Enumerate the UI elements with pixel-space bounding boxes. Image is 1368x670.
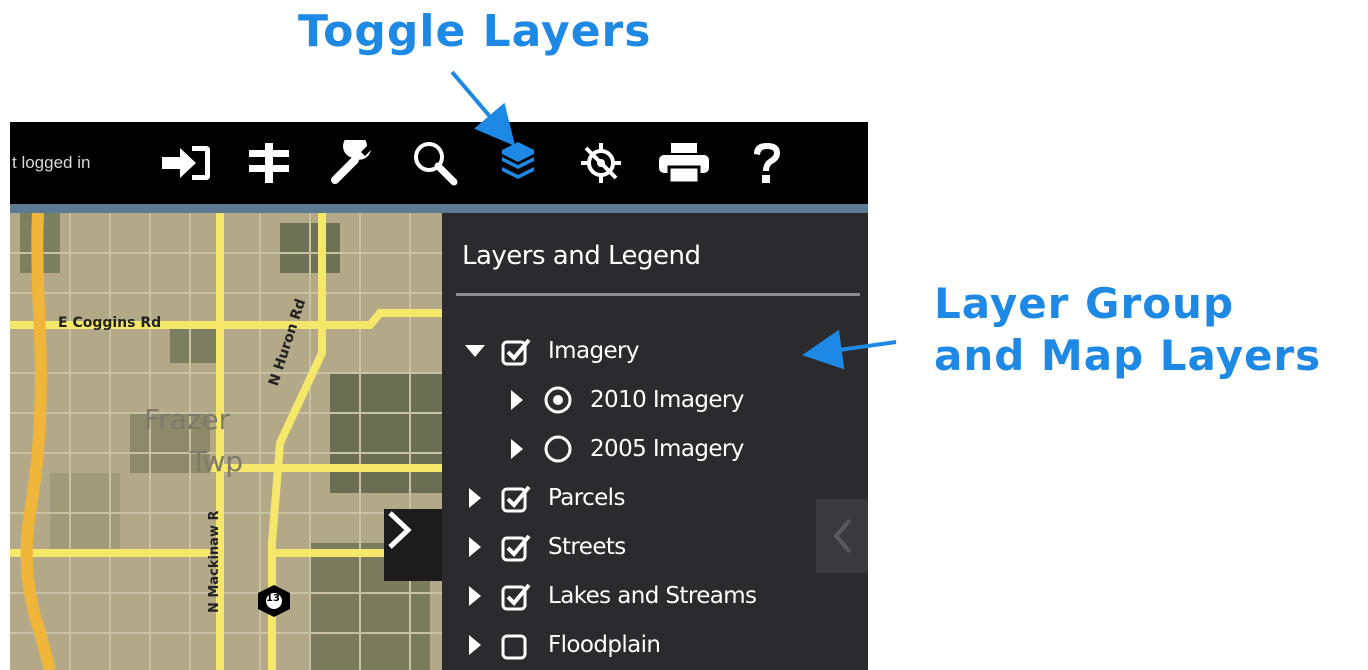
annotation-layer-group: Layer Group and Map Layers (934, 278, 1321, 382)
layer-label: Imagery (548, 338, 640, 364)
toolbar: t logged in (10, 122, 868, 204)
toolbar-divider (10, 204, 868, 213)
layer-checkbox[interactable] (498, 333, 534, 369)
layers-panel: Layers and Legend Imagery 2010 Imagery 2… (442, 213, 868, 670)
gps-locate-icon (581, 143, 621, 183)
annotation-layer-group-line1: Layer Group (934, 279, 1235, 328)
road-label-mackinaw: N Mackinaw R (207, 510, 222, 614)
expand-toggle[interactable] (500, 385, 534, 415)
layer-row-parcels[interactable]: Parcels (458, 475, 625, 521)
sign-in-icon (162, 146, 210, 180)
map-imagery (10, 213, 442, 670)
checkbox-unchecked-icon (501, 634, 527, 660)
layer-label: 2005 Imagery (590, 436, 744, 462)
layer-checkbox[interactable] (498, 578, 534, 614)
ruler-measure-icon (249, 143, 289, 183)
login-status: t logged in (12, 153, 91, 172)
caret-right-icon (469, 488, 481, 508)
checkbox-checked-icon (501, 534, 531, 562)
caret-right-icon (511, 439, 523, 459)
help-icon (754, 143, 780, 183)
layer-label: Floodplain (548, 632, 661, 658)
map-application: t logged in E Coggins Rd N Huron Rd N Ma… (10, 122, 868, 670)
caret-down-icon (465, 345, 485, 357)
layer-row-lakes-streams[interactable]: Lakes and Streams (458, 573, 757, 619)
layer-radio[interactable] (540, 382, 576, 418)
layer-row-imagery[interactable]: Imagery (458, 328, 640, 374)
layer-label: Streets (548, 534, 626, 560)
layer-label: Parcels (548, 485, 625, 511)
radio-unselected-icon (544, 435, 572, 463)
place-label-line1: Frazer (144, 403, 231, 436)
road-label-coggins: E Coggins Rd (58, 315, 162, 331)
map-view[interactable]: E Coggins Rd N Huron Rd N Mackinaw R Fra… (10, 213, 442, 670)
layer-row-streets[interactable]: Streets (458, 524, 626, 570)
expand-toggle[interactable] (500, 434, 534, 464)
layer-row-floodplain[interactable]: Floodplain (458, 622, 661, 668)
layer-checkbox[interactable] (498, 529, 534, 565)
panel-title: Layers and Legend (462, 241, 701, 271)
layer-checkbox[interactable] (498, 480, 534, 516)
expand-toggle[interactable] (458, 581, 492, 611)
expand-toggle[interactable] (458, 630, 492, 660)
radio-selected-icon (544, 386, 572, 414)
sign-in-button[interactable] (154, 133, 218, 193)
collapse-panel-button[interactable] (384, 509, 442, 581)
chevron-left-icon (833, 518, 852, 554)
caret-right-icon (511, 390, 523, 410)
locate-button[interactable] (569, 133, 633, 193)
layer-row-2005-imagery[interactable]: 2005 Imagery (500, 426, 744, 472)
layer-label: Lakes and Streams (548, 583, 757, 609)
checkbox-checked-icon (501, 583, 531, 611)
place-label-line2: Twp (190, 445, 244, 478)
caret-right-icon (469, 586, 481, 606)
caret-right-icon (469, 537, 481, 557)
checkbox-checked-icon (501, 338, 531, 366)
expand-toggle[interactable] (458, 336, 492, 366)
panel-divider (456, 293, 860, 296)
printer-icon (659, 143, 709, 185)
print-button[interactable] (652, 133, 716, 193)
tools-button[interactable] (320, 133, 384, 193)
wrench-tools-icon (331, 140, 371, 184)
measure-button[interactable] (237, 133, 301, 193)
expand-toggle[interactable] (458, 532, 492, 562)
annotation-toggle-layers: Toggle Layers (298, 6, 652, 57)
layer-label: 2010 Imagery (590, 387, 744, 413)
search-button[interactable] (403, 133, 467, 193)
layer-checkbox[interactable] (498, 627, 534, 663)
caret-right-icon (469, 635, 481, 655)
annotation-layer-group-line2: and Map Layers (934, 331, 1322, 380)
checkbox-checked-icon (501, 485, 531, 513)
help-button[interactable] (735, 133, 799, 193)
expand-toggle[interactable] (458, 483, 492, 513)
toggle-layers-button[interactable] (486, 133, 550, 193)
chevron-right-icon (388, 511, 412, 549)
route-shield: 13 (266, 593, 280, 604)
side-collapse-tab[interactable] (816, 499, 868, 573)
layer-radio[interactable] (540, 431, 576, 467)
layer-row-2010-imagery[interactable]: 2010 Imagery (500, 377, 744, 423)
search-icon (414, 142, 458, 186)
layers-icon (502, 142, 534, 179)
